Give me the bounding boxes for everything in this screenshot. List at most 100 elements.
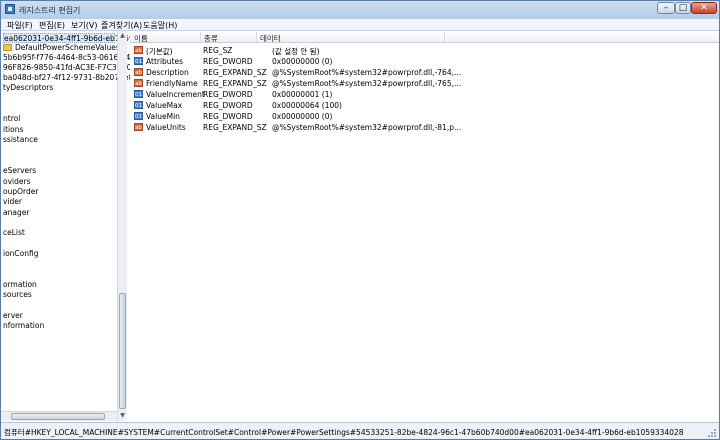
- status-path: 컴퓨터#HKEY_LOCAL_MACHINE#SYSTEM#CurrentCon…: [4, 428, 684, 437]
- column-divider[interactable]: [256, 32, 257, 42]
- tree-item-selected[interactable]: ea062031-0e34-4ff1-9b6d-eb1059: [3, 33, 134, 43]
- registry-app-icon: [5, 4, 15, 14]
- column-divider[interactable]: [200, 32, 201, 42]
- string-value-icon: ab: [134, 123, 143, 131]
- value-type: REG_EXPAND_SZ: [203, 79, 267, 88]
- value-data: 0x00000000 (0): [272, 112, 333, 121]
- list-column-header: 이름 종류 데이터: [130, 31, 719, 43]
- tree-item-label: vider: [3, 197, 22, 206]
- scroll-thumb[interactable]: [119, 293, 126, 409]
- tree-item[interactable]: sources: [3, 290, 32, 300]
- tree-item-label: ea062031-0e34-4ff1-9b6d-eb1059: [4, 34, 134, 43]
- tree-item-label: tyDescriptors: [3, 83, 54, 92]
- tree-item[interactable]: eServers: [3, 166, 36, 176]
- values-list-pane: 이름 종류 데이터 ab (기본값) REG_SZ (값 설정 안 됨) 011…: [130, 31, 719, 421]
- dword-value-icon: 011: [134, 112, 146, 120]
- status-bar: 컴퓨터#HKEY_LOCAL_MACHINE#SYSTEM#CurrentCon…: [1, 422, 719, 439]
- tree-item[interactable]: oupOrder: [3, 187, 38, 197]
- tree-item-label: ormation: [3, 280, 37, 289]
- table-row[interactable]: ab (기본값) REG_SZ (값 설정 안 됨): [130, 45, 719, 56]
- value-data: @%SystemRoot%#system32#powrprof.dll,-765…: [272, 79, 462, 88]
- tree-item[interactable]: erver: [3, 311, 23, 321]
- value-data: @%SystemRoot%#system32#powrprof.dll,-81,…: [272, 123, 462, 132]
- column-data-header[interactable]: 데이터: [260, 33, 281, 44]
- menu-favorites[interactable]: 즐겨찾기(A): [101, 20, 142, 31]
- menu-help[interactable]: 도움말(H): [143, 20, 177, 31]
- table-row[interactable]: 011 ValueMax REG_DWORD 0x00000064 (100): [130, 100, 719, 111]
- menu-edit[interactable]: 편집(E): [39, 20, 65, 31]
- table-row[interactable]: 011 ValueMin REG_DWORD 0x00000000 (0): [130, 111, 719, 122]
- value-name: ValueIncrement: [146, 90, 205, 99]
- value-data: 0x00000001 (1): [272, 90, 333, 99]
- tree-item[interactable]: ntrol: [3, 114, 20, 124]
- value-type: REG_EXPAND_SZ: [203, 68, 267, 77]
- dword-value-icon: 011: [134, 90, 146, 98]
- scroll-up-arrow-icon[interactable]: ▲: [119, 32, 126, 40]
- tree-item[interactable]: ceList: [3, 228, 25, 238]
- tree-item-label: itions: [3, 125, 24, 134]
- table-row[interactable]: ab FriendlyName REG_EXPAND_SZ @%SystemRo…: [130, 78, 719, 89]
- tree-item-label: ceList: [3, 228, 25, 237]
- menu-bar: 파일(F) 편집(E) 보기(V) 즐겨찾기(A) 도움말(H): [1, 19, 719, 31]
- value-name: Attributes: [146, 57, 184, 66]
- tree-item[interactable]: tyDescriptors: [3, 83, 53, 93]
- tree-item-label: anager: [3, 208, 30, 217]
- string-value-icon: ab: [134, 79, 143, 87]
- column-type-header[interactable]: 종류: [204, 33, 218, 44]
- value-name: ValueUnits: [146, 123, 186, 132]
- tree-item-label: oviders: [3, 177, 31, 186]
- tree-item-label: eServers: [3, 166, 37, 175]
- tree-item[interactable]: ba048d-bf27-4f12-9731-8b2076e8: [3, 73, 133, 83]
- value-type: REG_DWORD: [203, 90, 253, 99]
- menu-view[interactable]: 보기(V): [71, 20, 97, 31]
- value-name: ValueMax: [146, 101, 183, 110]
- string-value-icon: ab: [134, 46, 143, 54]
- tree-item[interactable]: ssistance: [3, 135, 38, 145]
- value-data: 0x00000000 (0): [272, 57, 333, 66]
- value-type: REG_SZ: [203, 46, 233, 55]
- window-title: 레지스트리 편집기: [19, 6, 81, 15]
- resize-grip-icon[interactable]: [707, 428, 717, 438]
- value-name: ValueMin: [146, 112, 180, 121]
- title-bar[interactable]: 레지스트리 편집기 – □ ✕: [1, 1, 719, 19]
- value-data: @%SystemRoot%#system32#powrprof.dll,-764…: [272, 68, 462, 77]
- column-name-header[interactable]: 이름: [134, 33, 148, 44]
- key-tree-pane: ea062031-0e34-4ff1-9b6d-eb1059 DefaultPo…: [1, 31, 139, 421]
- tree-item[interactable]: vider: [3, 197, 22, 207]
- tree-item[interactable]: oviders: [3, 177, 30, 187]
- value-type: REG_DWORD: [203, 112, 253, 121]
- tree-item[interactable]: anager: [3, 208, 29, 218]
- tree-item-label: ba048d-bf27-4f12-9731-8b2076e8: [3, 73, 134, 82]
- tree-item[interactable]: ormation: [3, 280, 37, 290]
- tree-item[interactable]: nformation: [3, 321, 44, 331]
- table-row[interactable]: ab Description REG_EXPAND_SZ @%SystemRoo…: [130, 67, 719, 78]
- registry-editor-window: 레지스트리 편집기 – □ ✕ 파일(F) 편집(E) 보기(V) 즐겨찾기(A…: [0, 0, 720, 440]
- dword-value-icon: 011: [134, 57, 146, 65]
- menu-file[interactable]: 파일(F): [7, 20, 33, 31]
- minimize-button[interactable]: –: [657, 2, 675, 14]
- tree-item-label: DefaultPowerSchemeValues: [15, 43, 120, 52]
- folder-icon: [3, 44, 12, 51]
- close-button[interactable]: ✕: [691, 2, 717, 14]
- value-data: 0x00000064 (100): [272, 101, 342, 110]
- table-row[interactable]: 011 ValueIncrement REG_DWORD 0x00000001 …: [130, 89, 719, 100]
- tree-item[interactable]: itions: [3, 125, 23, 135]
- scroll-down-arrow-icon[interactable]: ▼: [119, 412, 126, 420]
- value-name: FriendlyName: [146, 79, 198, 88]
- column-divider[interactable]: [444, 32, 445, 42]
- tree-item-label: ssistance: [3, 135, 38, 144]
- tree-item-label: ntrol: [3, 114, 21, 123]
- tree-item-label: oupOrder: [3, 187, 39, 196]
- maximize-button[interactable]: □: [675, 2, 691, 14]
- tree-item[interactable]: DefaultPowerSchemeValues: [3, 43, 120, 53]
- table-row[interactable]: 011 Attributes REG_DWORD 0x00000000 (0): [130, 56, 719, 67]
- table-row[interactable]: ab ValueUnits REG_EXPAND_SZ @%SystemRoot…: [130, 122, 719, 133]
- horizontal-scroll-thumb[interactable]: [11, 413, 105, 420]
- tree-horizontal-scrollbar[interactable]: [1, 411, 117, 421]
- tree-item-label: ionConfig: [3, 249, 39, 258]
- value-type: REG_DWORD: [203, 101, 253, 110]
- tree-vertical-scrollbar[interactable]: ▲ ▼: [117, 31, 127, 421]
- dword-value-icon: 011: [134, 101, 146, 109]
- tree-item[interactable]: ionConfig: [3, 249, 39, 259]
- value-type: REG_DWORD: [203, 57, 253, 66]
